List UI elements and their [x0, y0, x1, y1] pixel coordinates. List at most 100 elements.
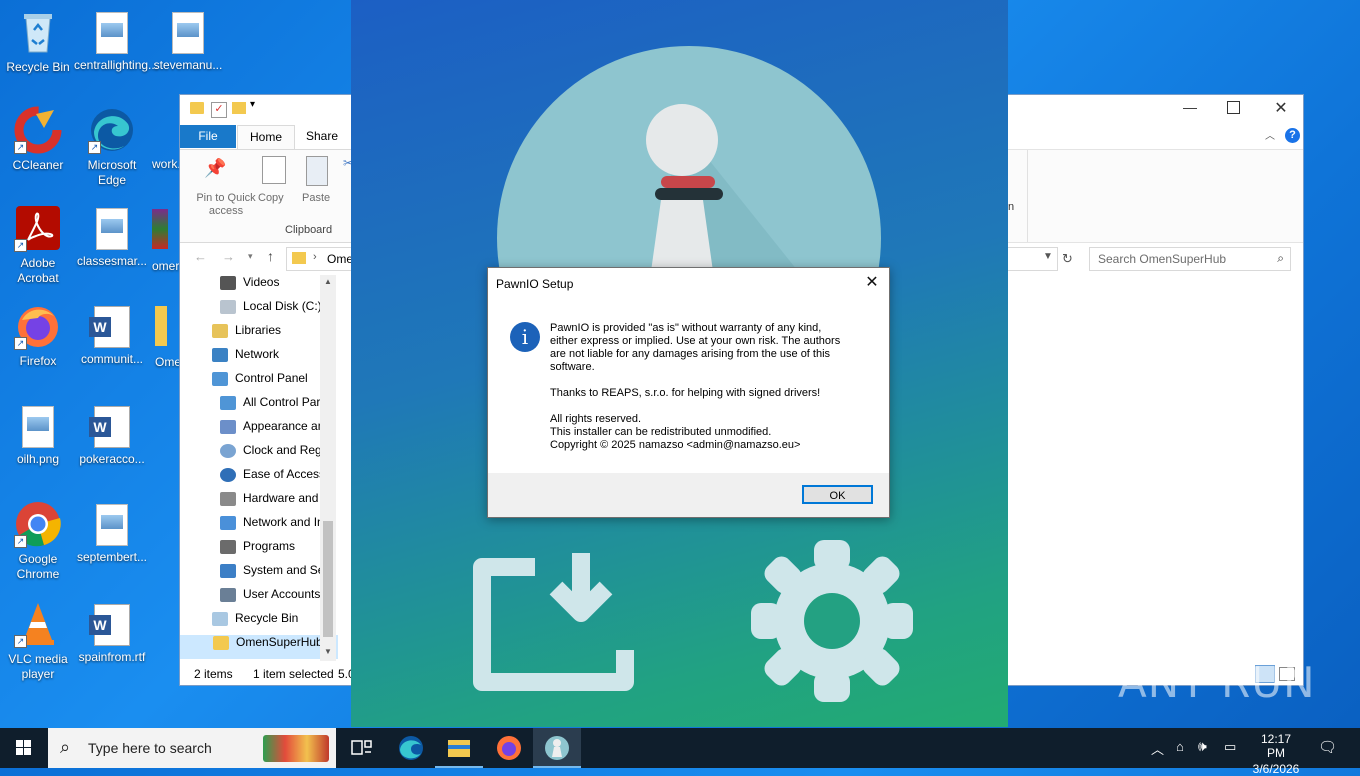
volume-icon[interactable]: 🕪 [1198, 738, 1207, 755]
desktop-icon-label: Microsoft Edge [87, 158, 137, 187]
nav-item-all-control-panel[interactable]: All Control Par [220, 395, 320, 419]
user-accounts-icon [220, 587, 236, 602]
desktop-icon-vlc[interactable]: ↗ VLC media player [0, 600, 76, 682]
back-icon[interactable]: ← [194, 249, 207, 264]
address-bar-end[interactable]: ▼ [1007, 247, 1058, 271]
explorer-window-right: — ✕ ︿ ? n ▼ ↻ Search OmenSuperHub ⌕ [1006, 94, 1304, 686]
desktop-icon-file[interactable]: centrallighting... [74, 8, 158, 73]
ribbon-body: 📌 Pin to Quick access Copy Paste ✂ Clipb… [180, 149, 354, 243]
appearance-icon [220, 419, 236, 434]
nav-item-network-internet[interactable]: Network and In [220, 515, 324, 539]
pin-to-quick-access-button[interactable]: Pin to Quick access [186, 192, 266, 218]
videos-icon [220, 275, 236, 290]
nav-item-local-disk[interactable]: Local Disk (C:) [220, 299, 322, 323]
customize-toolbar-icon[interactable]: ▾ [250, 99, 255, 110]
chevron-up-icon[interactable]: ︿ [1265, 127, 1275, 142]
shortcut-arrow-icon: ↗ [14, 535, 27, 548]
nav-item-system[interactable]: System and Se [220, 563, 324, 587]
nav-item-network[interactable]: Network [212, 347, 279, 371]
desktop-icon-google-chrome[interactable]: ↗ Google Chrome [0, 500, 76, 582]
paste-icon [306, 156, 328, 186]
clock[interactable]: 12:17 PM 3/6/2026 [1251, 732, 1301, 776]
pin-icon: 📌 [204, 158, 227, 178]
desktop-icon-partial[interactable]: omer... [152, 209, 189, 274]
search-placeholder: Search OmenSuperHub [1098, 252, 1227, 266]
desktop-icon-recycle-bin[interactable]: Recycle Bin [0, 8, 76, 75]
taskbar-firefox[interactable] [485, 728, 533, 768]
desktop-icon-ccleaner[interactable]: ↗ CCleaner [0, 106, 76, 173]
desktop-icon-label: VLC media player [8, 652, 68, 681]
help-icon[interactable]: ? [1285, 128, 1300, 143]
desktop-icon-adobe-acrobat[interactable]: ↗ Adobe Acrobat [0, 204, 76, 286]
address-bar[interactable]: › Omen [286, 247, 360, 271]
task-view-button[interactable] [337, 728, 385, 768]
paste-button[interactable]: Paste [302, 192, 330, 204]
nav-item-appearance[interactable]: Appearance an [220, 419, 324, 443]
desktop-icon-oilh-png[interactable]: oilh.png [0, 402, 76, 467]
new-folder-icon[interactable] [232, 102, 246, 114]
desktop-icon-label: CCleaner [12, 158, 64, 172]
close-icon[interactable]: ✕ [1271, 98, 1291, 118]
firefox-icon [497, 736, 521, 760]
folder-icon [292, 252, 306, 264]
scroll-up-icon[interactable]: ▲ [324, 277, 332, 286]
search-icon: ⌕ [1277, 251, 1284, 265]
scroll-down-icon[interactable]: ▼ [324, 647, 332, 656]
nav-item-libraries[interactable]: Libraries [212, 323, 281, 347]
ccleaner-icon: ↗ [14, 106, 62, 154]
desktop-icon-microsoft-edge[interactable]: ↗ Microsoft Edge [74, 106, 150, 188]
nav-item-control-panel[interactable]: Control Panel [212, 371, 308, 395]
taskbar-pawnio-setup[interactable] [533, 728, 581, 768]
tab-file[interactable]: File [180, 125, 236, 148]
shortcut-arrow-icon: ↗ [14, 141, 27, 154]
recent-locations-icon[interactable]: ▾ [248, 251, 253, 262]
refresh-icon[interactable]: ↻ [1062, 251, 1073, 267]
ok-button[interactable]: OK [802, 485, 873, 504]
desktop-icon-word-doc[interactable]: W communit... [74, 302, 150, 367]
tab-home[interactable]: Home [237, 125, 295, 149]
start-button[interactable] [0, 728, 48, 768]
shortcut-arrow-icon: ↗ [14, 635, 27, 648]
desktop-icon-partial[interactable]: work... [152, 157, 187, 172]
taskbar-file-explorer[interactable] [435, 728, 483, 768]
close-icon[interactable]: ✕ [861, 272, 883, 294]
nav-item-recycle-bin[interactable]: Recycle Bin [212, 611, 298, 635]
scrollbar-thumb[interactable] [323, 521, 333, 637]
copy-button[interactable]: Copy [258, 192, 284, 204]
drive-icon [220, 299, 236, 314]
show-hidden-icons-chevron-icon[interactable]: ︿ [1151, 739, 1164, 758]
nav-item-clock[interactable]: Clock and Regi [220, 443, 324, 467]
tab-share[interactable]: Share [294, 125, 350, 148]
input-method-icon[interactable]: ▭ [1224, 739, 1236, 755]
nav-item-ease-of-access[interactable]: Ease of Access [220, 467, 325, 491]
desktop-icon-word-doc[interactable]: W pokeracco... [74, 402, 150, 467]
minimize-icon[interactable]: — [1180, 99, 1200, 119]
taskbar-edge[interactable] [387, 728, 435, 768]
up-icon[interactable]: ↑ [267, 248, 274, 264]
maximize-icon[interactable] [1227, 101, 1240, 114]
desktop-icon-file[interactable]: septembert... [74, 500, 150, 565]
nav-item-user-accounts[interactable]: User Accounts [220, 587, 320, 611]
network-tray-icon[interactable]: ⌂ [1176, 739, 1184, 754]
folder-icon [190, 102, 204, 114]
nav-item-videos[interactable]: Videos [220, 275, 279, 299]
nav-item-hardware[interactable]: Hardware and [220, 491, 318, 515]
taskbar-search-box[interactable]: ⌕ Type here to search [48, 728, 336, 768]
clock-date: 3/6/2026 [1252, 762, 1300, 776]
desktop-icon-file[interactable]: stevemanu... [150, 8, 226, 73]
forward-icon[interactable]: → [222, 249, 235, 264]
nav-item-omensuperhub[interactable]: OmenSuperHub [180, 635, 338, 659]
desktop-icon-word-doc[interactable]: W spainfrom.rtf [74, 600, 150, 665]
properties-icon[interactable]: ✓ [211, 102, 227, 118]
chevron-down-icon[interactable]: ▼ [1043, 251, 1053, 262]
action-center-icon[interactable]: 🗨 [1318, 738, 1337, 756]
desktop-icon-file[interactable]: classesmar... [74, 204, 150, 269]
search-highlights-gift-icon[interactable] [263, 735, 329, 762]
folder-icon [213, 635, 229, 650]
search-box[interactable]: Search OmenSuperHub ⌕ [1089, 247, 1291, 271]
clock-icon [220, 443, 236, 458]
nav-item-programs[interactable]: Programs [220, 539, 295, 563]
scrollbar[interactable]: ▲ ▼ [320, 275, 336, 661]
desktop-icon-firefox[interactable]: ↗ Firefox [0, 302, 76, 369]
desktop-icon-partial[interactable]: Ome... [155, 306, 191, 370]
